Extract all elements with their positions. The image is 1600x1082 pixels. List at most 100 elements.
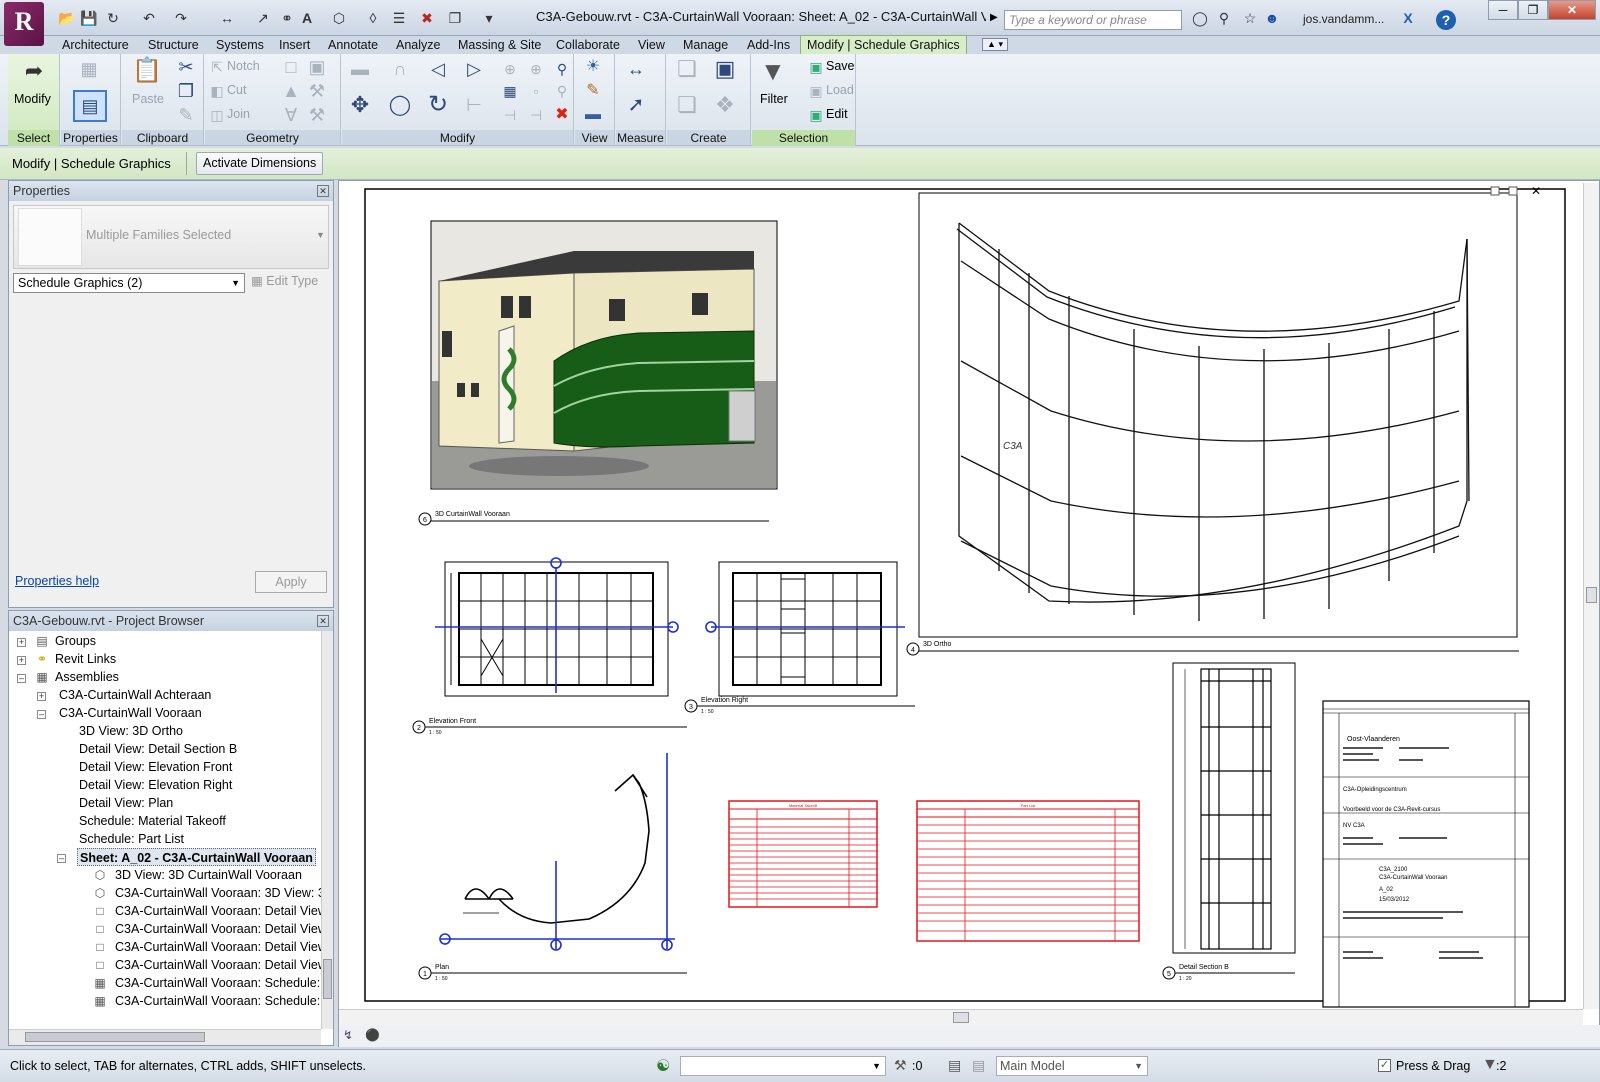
tree-item-viewport[interactable]: C3A-CurtainWall Vooraan: Detail View: xyxy=(115,956,321,974)
delete-icon[interactable]: ✖ xyxy=(550,104,574,126)
tab-architecture[interactable]: Architecture xyxy=(62,36,129,54)
pin-icon[interactable]: ⊕ xyxy=(524,58,548,80)
close-view-icon[interactable]: ✕ xyxy=(1531,184,1541,198)
tab-structure[interactable]: Structure xyxy=(148,36,199,54)
tree-item-view[interactable]: Detail View: Detail Section B xyxy=(79,740,237,758)
pin-element-icon[interactable]: ⚲ xyxy=(550,58,574,80)
star-icon[interactable]: ☆ xyxy=(1240,10,1260,28)
trim-icon[interactable]: ⊢ xyxy=(462,94,486,116)
tab-systems[interactable]: Systems xyxy=(216,36,264,54)
ribbon-minimize-toggle[interactable]: ▲ ▾ xyxy=(982,38,1008,51)
properties-help-link[interactable]: Properties help xyxy=(15,574,99,588)
3d-view-icon[interactable]: ⬡ xyxy=(330,9,348,27)
username[interactable]: jos.vandamm... xyxy=(1303,12,1384,26)
open-icon[interactable]: 📂 xyxy=(58,9,76,27)
scissors-icon[interactable]: ✂ xyxy=(174,56,198,78)
paste-icon[interactable]: 📋 xyxy=(132,59,162,83)
tab-insert[interactable]: Insert xyxy=(279,36,310,54)
split-face-icon[interactable]: □ xyxy=(279,56,303,78)
key-icon[interactable]: ⚲ xyxy=(1214,10,1234,28)
join-icon[interactable]: ◫ xyxy=(205,104,229,126)
scrollbar-thumb[interactable] xyxy=(323,959,332,999)
create-assembly-icon[interactable]: ❏ xyxy=(675,58,699,80)
offset-icon[interactable]: ∩ xyxy=(388,58,412,80)
instance-filter-dropdown[interactable]: Schedule Graphics (2) ▼ xyxy=(13,273,245,293)
title-block[interactable]: Oost-Vlaanderen C3A-Opleidingscentrum Vo… xyxy=(1322,700,1530,1008)
collapse-icon[interactable]: – xyxy=(37,710,46,719)
edit-selection-icon[interactable]: ▣ xyxy=(804,104,828,126)
search-input[interactable]: Type a keyword or phrase xyxy=(1004,10,1182,30)
app-menu-button[interactable]: R xyxy=(4,2,44,46)
edit-selection-button[interactable]: Edit xyxy=(826,107,848,121)
type-selector[interactable]: Multiple Families Selected ▼ xyxy=(13,205,329,269)
modify-button[interactable]: Modify xyxy=(14,92,51,106)
mirror-axis-icon[interactable]: ◁ xyxy=(426,58,450,80)
text-icon[interactable]: A xyxy=(298,9,316,27)
press-drag-checkbox[interactable]: ✓ xyxy=(1378,1059,1391,1072)
load-selection-icon[interactable]: ▣ xyxy=(804,80,828,102)
wall-joins-icon[interactable]: ▲ xyxy=(279,80,303,102)
tab-modify-schedule-graphics[interactable]: Modify | Schedule Graphics xyxy=(800,35,967,54)
close-browser-icon[interactable]: ✕ xyxy=(317,615,329,627)
tree-item-viewport[interactable]: C3A-CurtainWall Vooraan: Detail View: xyxy=(115,920,321,938)
unpin-element-icon[interactable]: ⚲ xyxy=(550,80,574,102)
close-properties-icon[interactable]: ✕ xyxy=(317,185,329,197)
maximize-button[interactable]: ❐ xyxy=(1518,0,1548,20)
tree-item-view[interactable]: 3D View: 3D Ortho xyxy=(79,722,183,740)
rotate-icon[interactable]: ↻ xyxy=(426,93,450,117)
aligned-dimension-icon[interactable]: ➚ xyxy=(624,94,648,116)
view-cube-icon[interactable]: ↯ xyxy=(343,1028,353,1042)
user-icon[interactable]: ☻ xyxy=(1264,10,1280,28)
help-icon[interactable]: ? xyxy=(1436,10,1456,30)
save-selection-icon[interactable]: ▣ xyxy=(804,56,828,78)
worksharing-icon[interactable]: ☯ xyxy=(656,1056,670,1076)
split-icon[interactable]: ⊕ xyxy=(498,58,522,80)
sync-icon[interactable]: ↻ xyxy=(104,9,122,27)
design-options-icon[interactable]: ▤ xyxy=(948,1057,961,1074)
tab-add-ins[interactable]: Add-Ins xyxy=(747,36,790,54)
tree-item-viewport[interactable]: C3A-CurtainWall Vooraan: Schedule: P xyxy=(115,992,321,1010)
tree-item-assemblies[interactable]: Assemblies xyxy=(55,668,119,686)
override-graphics-icon[interactable]: ✎ xyxy=(581,80,605,102)
create-parts-icon[interactable]: ▣ xyxy=(713,58,737,80)
notch-icon[interactable]: ⇱ xyxy=(205,56,229,78)
scrollbar-thumb[interactable] xyxy=(1586,587,1597,603)
tab-manage[interactable]: Manage xyxy=(683,36,728,54)
tree-item-schedule[interactable]: Schedule: Part List xyxy=(79,830,184,848)
viewport-elevation-front[interactable] xyxy=(435,557,679,697)
apply-button[interactable]: Apply xyxy=(255,571,327,593)
editable-only-icon[interactable]: ⚒ xyxy=(894,1057,907,1074)
exchange-icon[interactable]: X xyxy=(1398,10,1418,28)
collapse-icon[interactable]: – xyxy=(17,674,26,683)
hammer-icon[interactable]: ⚒ xyxy=(305,104,329,126)
workset-dropdown[interactable]: ▼ xyxy=(680,1056,886,1076)
switch-windows-icon[interactable]: ❐ xyxy=(446,9,464,27)
tab-analyze[interactable]: Analyze xyxy=(396,36,440,54)
expand-icon[interactable]: + xyxy=(17,656,26,665)
tree-item-revit-links[interactable]: Revit Links xyxy=(55,650,116,668)
lightbulb-icon[interactable]: ☀ xyxy=(581,56,605,78)
join-button[interactable]: Join xyxy=(227,107,250,121)
expand-icon[interactable]: + xyxy=(17,638,26,647)
viewport-3d-render[interactable] xyxy=(430,220,778,490)
tree-item-viewport[interactable]: C3A-CurtainWall Vooraan: Schedule: M xyxy=(115,974,321,992)
dimension-icon[interactable]: ↗ xyxy=(254,9,272,27)
tree-item-view[interactable]: Detail View: Plan xyxy=(79,794,173,812)
properties-toggle-icon[interactable]: ▤ xyxy=(73,90,107,122)
extend-icon[interactable]: ⊣ xyxy=(524,104,548,126)
activate-dimensions-button[interactable]: Activate Dimensions xyxy=(196,152,324,175)
tab-collaborate[interactable]: Collaborate xyxy=(556,36,620,54)
viewport-3d-ortho[interactable]: C3A xyxy=(918,186,1518,638)
array-icon[interactable]: ▦ xyxy=(498,80,522,102)
schedule-part-list[interactable]: Part List xyxy=(916,800,1140,942)
minimize-button[interactable]: ─ xyxy=(1488,0,1518,20)
type-properties-icon[interactable]: ▦ xyxy=(77,58,101,80)
design-option-dropdown[interactable]: Main Model ▼ xyxy=(996,1056,1148,1076)
tab-view[interactable]: View xyxy=(638,36,665,54)
schedule-material-takeoff[interactable]: Material Takeoff xyxy=(728,800,878,908)
scale-icon[interactable]: ▫ xyxy=(524,80,548,102)
scrollbar-thumb[interactable] xyxy=(25,1032,205,1042)
drawing-area[interactable]: 6 3D CurtainWall Vooraan C3A 4 3D Ortho … xyxy=(338,180,1600,1047)
binoculars-icon[interactable]: ◯ xyxy=(1190,10,1210,28)
viewport-elevation-right[interactable] xyxy=(705,561,905,697)
